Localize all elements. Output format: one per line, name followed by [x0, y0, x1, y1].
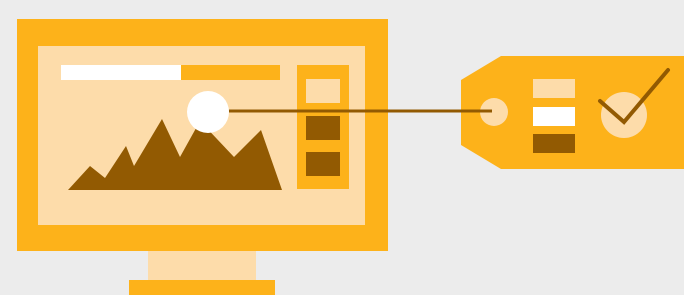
check-circle [601, 92, 647, 138]
tag-line-white [533, 107, 575, 126]
sun-icon [187, 91, 229, 133]
illustration-svg [17, 19, 684, 295]
tag-line-light [533, 79, 575, 98]
tag-icon [461, 56, 684, 169]
sidebar-block-light [306, 79, 340, 103]
sidebar-panel [297, 65, 349, 189]
illustration [0, 0, 684, 295]
sidebar-block-dark-1 [306, 116, 340, 140]
tag-line-dark [533, 134, 575, 153]
progress-fill [61, 65, 181, 80]
monitor-stand-base [129, 280, 275, 295]
progress-bar [61, 65, 280, 80]
monitor-icon [17, 19, 388, 295]
sidebar-block-dark-2 [306, 152, 340, 176]
monitor-stand-neck [148, 250, 256, 282]
